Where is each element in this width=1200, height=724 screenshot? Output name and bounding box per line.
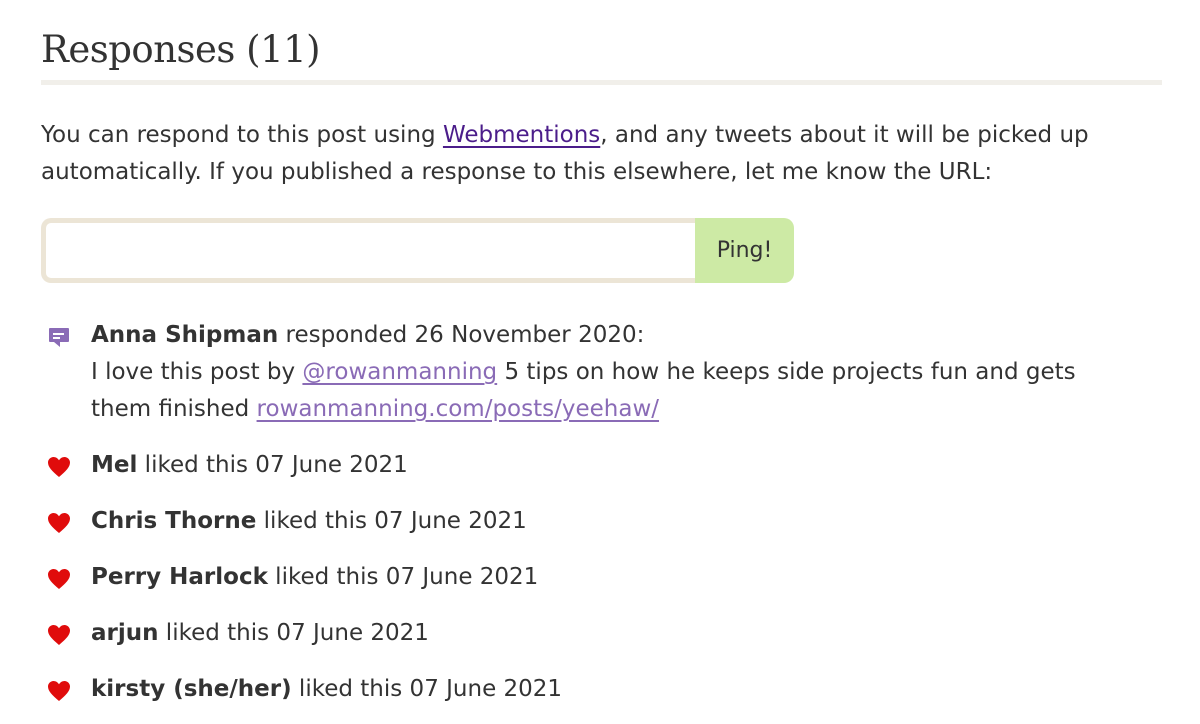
like-item: Mel liked this 07 June 2021 [41, 447, 1162, 484]
heart-icon [47, 679, 71, 703]
like-content: Mel liked this 07 June 2021 [91, 447, 1121, 484]
heading-divider [41, 80, 1162, 85]
like-author[interactable]: kirsty (she/her) [91, 676, 292, 702]
reply-meta: responded 26 November 2020: [278, 322, 645, 348]
like-meta: liked this 07 June 2021 [291, 676, 563, 702]
responses-list: Anna Shipman responded 26 November 2020:… [41, 317, 1162, 708]
like-content: Chris Thorne liked this 07 June 2021 [91, 503, 1121, 540]
reply-text-start: I love this post by [91, 359, 303, 385]
intro-text: You can respond to this post using Webme… [41, 117, 1162, 191]
like-item: Perry Harlock liked this 07 June 2021 [41, 559, 1162, 596]
heart-icon [47, 567, 71, 591]
like-meta: liked this 07 June 2021 [137, 452, 408, 478]
response-url-input[interactable] [41, 218, 695, 283]
comment-icon [47, 325, 71, 349]
like-author[interactable]: Perry Harlock [91, 564, 268, 590]
like-author[interactable]: Chris Thorne [91, 508, 256, 534]
like-meta: liked this 07 June 2021 [267, 564, 539, 590]
intro-text-start: You can respond to this post using [41, 122, 443, 148]
ping-form: Ping! [41, 218, 794, 283]
mention-link[interactable]: @rowanmanning [302, 359, 497, 385]
like-item: kirsty (she/her) liked this 07 June 2021 [41, 671, 1162, 708]
ping-button[interactable]: Ping! [695, 218, 794, 283]
like-content: Perry Harlock liked this 07 June 2021 [91, 559, 1121, 596]
like-author[interactable]: arjun [91, 620, 159, 646]
reply-content: Anna Shipman responded 26 November 2020:… [91, 317, 1121, 428]
like-item: Chris Thorne liked this 07 June 2021 [41, 503, 1162, 540]
like-item: arjun liked this 07 June 2021 [41, 615, 1162, 652]
responses-heading: Responses (11) [41, 28, 321, 71]
reply-item: Anna Shipman responded 26 November 2020:… [41, 317, 1162, 428]
like-content: kirsty (she/her) liked this 07 June 2021 [91, 671, 1121, 708]
like-meta: liked this 07 June 2021 [158, 620, 429, 646]
post-url-link[interactable]: rowanmanning.com/posts/yeehaw/ [257, 396, 659, 422]
like-meta: liked this 07 June 2021 [256, 508, 527, 534]
responses-section: Responses (11) You can respond to this p… [0, 0, 1200, 708]
reply-author[interactable]: Anna Shipman [91, 322, 278, 348]
like-content: arjun liked this 07 June 2021 [91, 615, 1121, 652]
heart-icon [47, 623, 71, 647]
heart-icon [47, 455, 71, 479]
webmentions-link[interactable]: Webmentions [443, 122, 600, 148]
heart-icon [47, 511, 71, 535]
like-author[interactable]: Mel [91, 452, 137, 478]
